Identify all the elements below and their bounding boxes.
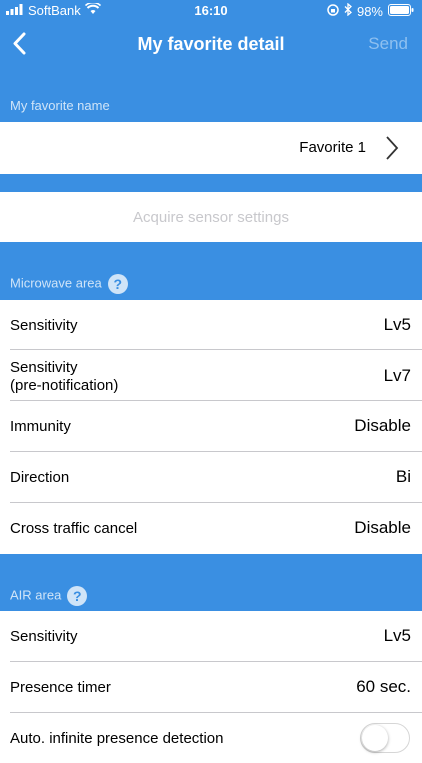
- microwave-direction-row[interactable]: Direction Bi: [0, 452, 422, 503]
- bluetooth-icon: [344, 2, 352, 19]
- microwave-sensitivity-pre-notification-row[interactable]: Sensitivity (pre-notification) Lv7: [0, 350, 422, 401]
- row-label: Auto. infinite presence detection: [10, 730, 224, 747]
- air-help-icon[interactable]: ?: [67, 586, 88, 606]
- auto-infinite-presence-toggle[interactable]: [360, 723, 410, 753]
- microwave-cross-traffic-cancel-row[interactable]: Cross traffic cancel Disable: [0, 503, 422, 554]
- air-auto-infinite-presence-row: Auto. infinite presence detection: [0, 713, 422, 763]
- status-right: 98%: [327, 2, 414, 19]
- battery-icon: [388, 3, 414, 19]
- row-value: Bi: [395, 467, 411, 486]
- toggle-knob: [362, 725, 388, 751]
- row-value: 60 sec.: [356, 677, 411, 696]
- row-label: Direction: [10, 469, 70, 486]
- microwave-section-label: Microwave area: [10, 275, 102, 291]
- air-section-label: AIR area: [10, 587, 62, 603]
- battery-percent: 98%: [356, 3, 383, 19]
- row-label: Presence timer: [10, 679, 111, 696]
- row-value: Lv7: [383, 366, 411, 385]
- row-label: Sensitivity: [10, 628, 78, 645]
- page-title: My favorite detail: [137, 34, 285, 54]
- favorite-name-value: Favorite 1: [299, 139, 366, 156]
- row-label: Sensitivity: [10, 317, 78, 334]
- row-label: Cross traffic cancel: [10, 520, 138, 537]
- favorite-name-row[interactable]: Favorite 1: [0, 122, 422, 174]
- row-value: Lv5: [383, 626, 411, 645]
- orientation-lock-icon: [327, 3, 339, 19]
- favorite-section-label: My favorite name: [10, 98, 110, 113]
- row-value: Lv5: [383, 315, 411, 334]
- nav-bar: My favorite detail Send: [0, 22, 422, 66]
- row-label: Immunity: [10, 418, 71, 435]
- row-value: Disable: [354, 416, 411, 435]
- send-button[interactable]: Send: [368, 34, 408, 54]
- microwave-sensitivity-row[interactable]: Sensitivity Lv5: [0, 300, 422, 350]
- microwave-immunity-row[interactable]: Immunity Disable: [0, 401, 422, 452]
- row-label: Sensitivity (pre-notification): [10, 359, 119, 394]
- status-bar: SoftBank 16:10 98%: [0, 0, 422, 22]
- air-sensitivity-row[interactable]: Sensitivity Lv5: [0, 611, 422, 662]
- air-presence-timer-row[interactable]: Presence timer 60 sec.: [0, 662, 422, 713]
- acquire-sensor-settings-button[interactable]: Acquire sensor settings: [0, 192, 422, 242]
- row-value: Disable: [354, 518, 411, 537]
- microwave-help-icon[interactable]: ?: [107, 274, 128, 294]
- acquire-sensor-settings-label: Acquire sensor settings: [133, 209, 289, 226]
- chevron-right-icon: [386, 136, 399, 160]
